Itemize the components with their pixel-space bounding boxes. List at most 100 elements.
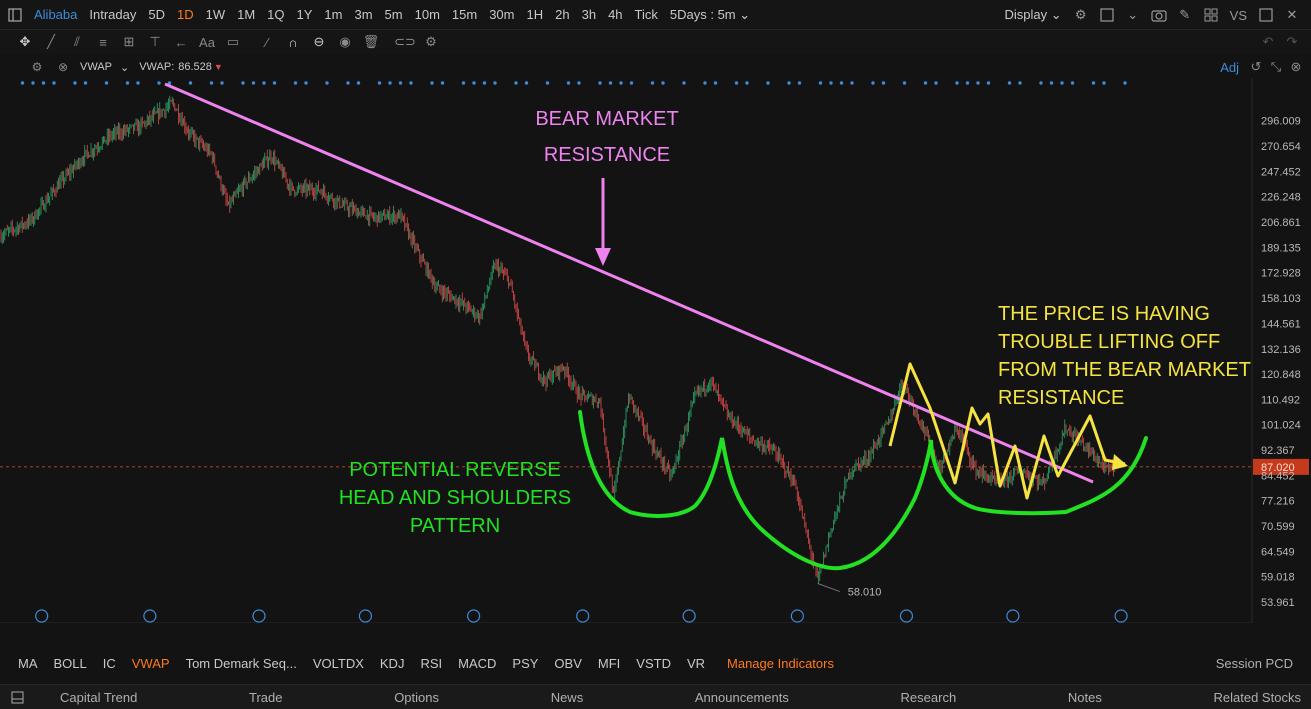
timeframe-3h[interactable]: 3h <box>582 7 596 22</box>
compare-vs-button[interactable]: VS <box>1230 8 1247 23</box>
fibonacci-icon[interactable]: ≡ <box>92 31 114 53</box>
shrink-icon[interactable]: ⤡ <box>1265 56 1287 78</box>
indicator-tab-ic[interactable]: IC <box>103 656 116 671</box>
grid-icon[interactable] <box>1200 4 1222 26</box>
redo-icon[interactable]: ↷ <box>1281 31 1303 53</box>
event-dot <box>188 81 193 85</box>
measure-icon[interactable]: ⊞ <box>118 31 140 53</box>
indicator-tab-boll[interactable]: BOLL <box>54 656 87 671</box>
indicator-close-icon[interactable]: ⊗ <box>52 56 74 78</box>
sidebar-toggle-icon[interactable] <box>4 4 26 26</box>
event-dot <box>304 81 308 85</box>
layout-icon[interactable] <box>1096 4 1118 26</box>
timeframe-3m[interactable]: 3m <box>354 7 372 22</box>
timeframe-intraday[interactable]: Intraday <box>89 7 136 22</box>
timeframe-10m[interactable]: 10m <box>415 7 440 22</box>
indicator-tab-ma[interactable]: MA <box>18 656 38 671</box>
timeframe-1q[interactable]: 1Q <box>267 7 284 22</box>
channel-icon[interactable]: ⫽ <box>66 31 88 53</box>
indicator-tab-manage-indicators[interactable]: Manage Indicators <box>727 656 834 671</box>
nav-tab-related-stocks[interactable]: Related Stocks <box>1214 690 1301 705</box>
timeframe-5d[interactable]: 5D <box>148 7 165 22</box>
event-dot <box>293 81 298 85</box>
lock-icon[interactable]: ⊖ <box>308 31 330 53</box>
symbol-name[interactable]: Alibaba <box>34 7 77 22</box>
camera-icon[interactable] <box>1148 4 1170 26</box>
timeframe-30m[interactable]: 30m <box>489 7 514 22</box>
nav-tab-announcements[interactable]: Announcements <box>695 690 789 705</box>
event-dot <box>703 81 707 85</box>
indicator-tab-obv[interactable]: OBV <box>554 656 581 671</box>
toolbar-settings-icon[interactable]: ⚙ <box>420 31 442 53</box>
price-chart[interactable]: 87.020 58.010 296.009 270.654 247.452 226.24… <box>0 78 1311 623</box>
indicator-tab-psy[interactable]: PSY <box>512 656 538 671</box>
indicator-tab-tom-demark-seq[interactable]: Tom Demark Seq... <box>186 656 297 671</box>
event-dot <box>262 81 266 85</box>
right-tools: Display ⌄ ⚙ ⌄ ✎ VS ✕ <box>999 0 1305 30</box>
timeframe-15m[interactable]: 15m <box>452 7 477 22</box>
link-icon[interactable]: ⊂⊃ <box>394 31 416 53</box>
chart-svg[interactable]: 87.02058.010 296.009270.654247.452226.24… <box>0 78 1311 623</box>
eye-icon[interactable]: ◉ <box>334 31 356 53</box>
nav-tab-capital-trend[interactable]: Capital Trend <box>60 690 137 705</box>
earnings-event-icon <box>682 609 696 623</box>
nav-tab-options[interactable]: Options <box>394 690 439 705</box>
y-tick-label: 226.248 <box>1261 192 1301 204</box>
timeframe-1m[interactable]: 1m <box>324 7 342 22</box>
event-dot <box>41 81 46 85</box>
indicator-panel-close-icon[interactable]: ⊗ <box>1285 56 1307 78</box>
indicator-tab-mfi[interactable]: MFI <box>598 656 620 671</box>
trendline-icon[interactable]: ╱ <box>40 31 62 53</box>
indicator-settings-icon[interactable]: ⚙ <box>26 56 48 78</box>
close-icon[interactable]: ✕ <box>1281 4 1303 26</box>
indicator-tab-vr[interactable]: VR <box>687 656 705 671</box>
display-dropdown[interactable]: Display ⌄ <box>1005 7 1062 23</box>
note-icon[interactable]: ▭ <box>222 31 244 53</box>
vertical-line-icon[interactable]: ⊤ <box>144 31 166 53</box>
range-select[interactable]: 5Days : 5m ⌄ <box>670 7 750 23</box>
settings-icon[interactable]: ⚙ <box>1070 4 1092 26</box>
magnet-icon[interactable]: ∩ <box>282 31 304 53</box>
indicator-name[interactable]: VWAP <box>80 61 112 73</box>
layout-dropdown-icon[interactable]: ⌄ <box>1122 4 1144 26</box>
crosshair-icon[interactable]: ✥ <box>14 31 36 53</box>
window-icon[interactable] <box>1255 4 1277 26</box>
panel-toggle-icon[interactable] <box>6 686 28 708</box>
brush-icon[interactable]: ∕ <box>256 31 278 53</box>
timeframe-1d[interactable]: 1D <box>177 7 194 22</box>
event-dot <box>577 81 581 85</box>
event-dot <box>965 81 970 85</box>
adj-button[interactable]: Adj <box>1220 60 1239 75</box>
y-tick-label: 144.561 <box>1261 318 1301 330</box>
timeframe-1m[interactable]: 1M <box>237 7 255 22</box>
timeframe-tick[interactable]: Tick <box>635 7 658 22</box>
nav-tab-news[interactable]: News <box>551 690 584 705</box>
session-label[interactable]: Session PCD <box>1216 656 1293 671</box>
timeframe-5m[interactable]: 5m <box>385 7 403 22</box>
event-dot <box>241 81 245 85</box>
nav-tab-research[interactable]: Research <box>901 690 957 705</box>
pencil-icon[interactable]: ✎ <box>1174 4 1196 26</box>
indicator-dropdown-icon[interactable]: ⌄ <box>120 61 129 74</box>
timeframe-1y[interactable]: 1Y <box>297 7 313 22</box>
indicator-tab-voltdx[interactable]: VOLTDX <box>313 656 364 671</box>
indicator-tab-kdj[interactable]: KDJ <box>380 656 405 671</box>
timeframe-1w[interactable]: 1W <box>206 7 226 22</box>
arrow-icon[interactable]: ← <box>170 31 192 53</box>
indicator-tab-vstd[interactable]: VSTD <box>636 656 671 671</box>
timeframe-4h[interactable]: 4h <box>608 7 622 22</box>
trash-icon[interactable]: 🗑 <box>360 31 382 53</box>
nav-tab-trade[interactable]: Trade <box>249 690 282 705</box>
text-icon[interactable]: Aa <box>196 31 218 53</box>
nav-tab-notes[interactable]: Notes <box>1068 690 1102 705</box>
event-dot <box>398 81 403 85</box>
event-dot <box>356 81 361 85</box>
undo-icon[interactable]: ↶ <box>1257 31 1279 53</box>
timeframe-1h[interactable]: 1H <box>527 7 544 22</box>
indicator-tab-vwap[interactable]: VWAP <box>132 656 170 671</box>
indicator-tab-macd[interactable]: MACD <box>458 656 496 671</box>
timeframe-2h[interactable]: 2h <box>555 7 569 22</box>
y-tick-label: 77.216 <box>1261 496 1295 508</box>
reset-icon[interactable]: ↺ <box>1245 56 1267 78</box>
indicator-tab-rsi[interactable]: RSI <box>420 656 442 671</box>
